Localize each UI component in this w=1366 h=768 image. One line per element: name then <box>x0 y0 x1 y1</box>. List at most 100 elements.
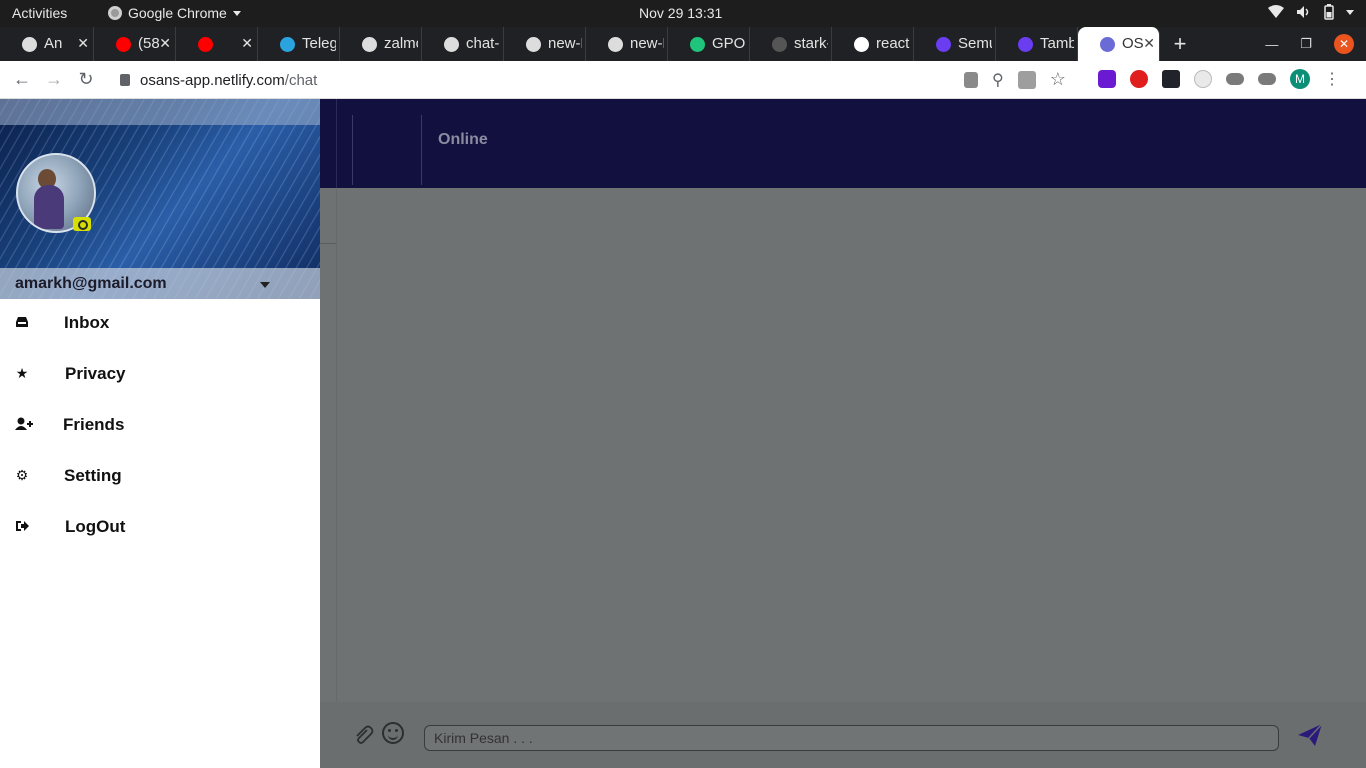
chrome-icon <box>108 6 122 20</box>
tab-title: new-P <box>548 35 582 52</box>
emoji-icon[interactable] <box>382 722 404 744</box>
inbox-icon <box>16 317 28 327</box>
tab-title: Tamb <box>1040 35 1074 52</box>
profile-cover: amarkh@gmail.com <box>0 99 320 299</box>
tab-title: zalmo <box>384 35 418 52</box>
sidebar: amarkh@gmail.com Inbox ★ Privacy Friends… <box>0 99 320 768</box>
star-icon: ★ <box>15 365 29 381</box>
send-icon[interactable] <box>1298 724 1322 746</box>
cloud-icon[interactable] <box>1258 73 1276 85</box>
tab[interactable]: GPOS <box>668 27 750 61</box>
tab[interactable]: react <box>832 27 914 61</box>
avatar-body <box>34 185 64 229</box>
translate-icon[interactable] <box>1017 70 1036 89</box>
tab-strip: An✕(58✕✕Telegzalmochat-anew-Pnew-PGPOSst… <box>0 27 1366 61</box>
system-tray[interactable] <box>1268 4 1354 20</box>
sidebar-item-logout[interactable]: LogOut <box>0 503 320 554</box>
address-bar[interactable]: osans-app.netlify.com /chat <box>108 65 1108 95</box>
profile-avatar[interactable]: M <box>1290 69 1310 89</box>
more-menu-icon[interactable]: ⋮ <box>1324 69 1340 89</box>
bookmark-star-icon[interactable]: ☆ <box>1050 69 1066 90</box>
tab-title: chat-a <box>466 35 500 52</box>
battery-icon <box>1324 4 1334 20</box>
close-tab-icon[interactable]: ✕ <box>241 35 253 52</box>
logout-icon <box>16 521 29 531</box>
contact-avatar[interactable] <box>352 115 422 185</box>
close-window-button[interactable]: ✕ <box>1334 34 1354 54</box>
tab[interactable]: chat-a <box>422 27 504 61</box>
minimize-button[interactable]: — <box>1265 37 1278 52</box>
cover-top-strip <box>0 99 320 125</box>
close-tab-icon[interactable]: ✕ <box>159 35 171 52</box>
tab-active[interactable]: OS ✕ <box>1078 27 1160 61</box>
user-email: amarkh@gmail.com <box>15 275 167 292</box>
clock[interactable]: Nov 29 13:31 <box>639 5 722 21</box>
message-area[interactable] <box>320 188 1366 702</box>
camera-icon[interactable] <box>73 217 91 231</box>
tab[interactable]: (58 ✕ <box>94 27 176 61</box>
sidebar-item-setting[interactable]: ⚙ Setting <box>0 452 320 503</box>
tab[interactable]: stark- <box>750 27 832 61</box>
tab[interactable]: new-P <box>504 27 586 61</box>
react-devtools-icon[interactable] <box>1162 70 1180 88</box>
tab-title: react <box>876 35 910 52</box>
new-tab-button[interactable]: + <box>1160 27 1200 61</box>
sidebar-item-friends[interactable]: Friends <box>0 401 320 452</box>
volume-icon <box>1297 6 1309 18</box>
back-button[interactable]: ← <box>6 69 38 90</box>
close-tab-icon[interactable]: ✕ <box>77 35 89 52</box>
tab[interactable]: ✕ <box>176 27 258 61</box>
gpos-icon <box>690 37 705 52</box>
key-icon[interactable]: ⚲ <box>992 70 1004 90</box>
extension-hand-icon[interactable] <box>1130 70 1148 88</box>
account-switcher[interactable]: amarkh@gmail.com <box>0 268 320 299</box>
tab-title: GPOS <box>712 35 746 52</box>
app-menu[interactable]: Google Chrome <box>108 5 241 21</box>
chevron-down-icon <box>232 10 241 16</box>
window-controls: — ❐ ✕ <box>1265 27 1366 61</box>
message-input[interactable] <box>424 725 1279 751</box>
browser-toolbar: ← → ↻ osans-app.netlify.com /chat ⚲ ☆ M … <box>0 61 1366 99</box>
forward-button[interactable]: → <box>38 69 70 90</box>
chevron-down-icon[interactable] <box>260 282 270 288</box>
tab-title: new-P <box>630 35 664 52</box>
blocked-icon[interactable] <box>964 71 978 88</box>
chevron-down-icon <box>1346 9 1354 15</box>
extension-cube-icon[interactable] <box>1098 70 1116 88</box>
osans-icon <box>1100 37 1115 52</box>
sidebar-item-label: LogOut <box>65 517 126 536</box>
divider <box>336 99 337 188</box>
tab[interactable]: Teleg <box>258 27 340 61</box>
tab[interactable]: Tamb <box>996 27 1078 61</box>
url-path: /chat <box>284 71 318 89</box>
c-icon <box>1018 37 1033 52</box>
sidebar-item-label: Setting <box>64 466 122 485</box>
attach-icon[interactable] <box>352 724 374 746</box>
contact-status: Online <box>438 131 488 148</box>
tab[interactable]: An ✕ <box>0 27 94 61</box>
tab[interactable]: Semu <box>914 27 996 61</box>
extension-circle-icon[interactable] <box>1194 70 1212 88</box>
c-icon <box>936 37 951 52</box>
sidebar-item-inbox[interactable]: Inbox <box>0 299 320 350</box>
tab[interactable]: new-P <box>586 27 668 61</box>
tab-title: An <box>44 35 63 52</box>
tab-title: Teleg <box>302 35 336 52</box>
extensions: M ⋮ <box>1098 69 1340 89</box>
close-tab-icon[interactable]: ✕ <box>1143 35 1155 52</box>
gear-icon: ⚙ <box>15 467 29 483</box>
url-domain: osans-app.netlify.com <box>140 71 285 89</box>
reload-button[interactable]: ↻ <box>70 69 102 90</box>
youtube-icon <box>198 37 213 52</box>
sidebar-item-privacy[interactable]: ★ Privacy <box>0 350 320 401</box>
app-name: Google Chrome <box>128 5 227 21</box>
activities-button[interactable]: Activities <box>12 5 67 21</box>
tab[interactable]: zalmo <box>340 27 422 61</box>
composer <box>320 702 1366 768</box>
lock-icon <box>120 74 130 86</box>
cloud-icon[interactable] <box>1226 73 1244 85</box>
maximize-button[interactable]: ❐ <box>1300 36 1312 52</box>
github-icon <box>22 37 37 52</box>
app-window: amarkh@gmail.com Inbox ★ Privacy Friends… <box>0 99 1366 768</box>
youtube-icon <box>116 37 131 52</box>
